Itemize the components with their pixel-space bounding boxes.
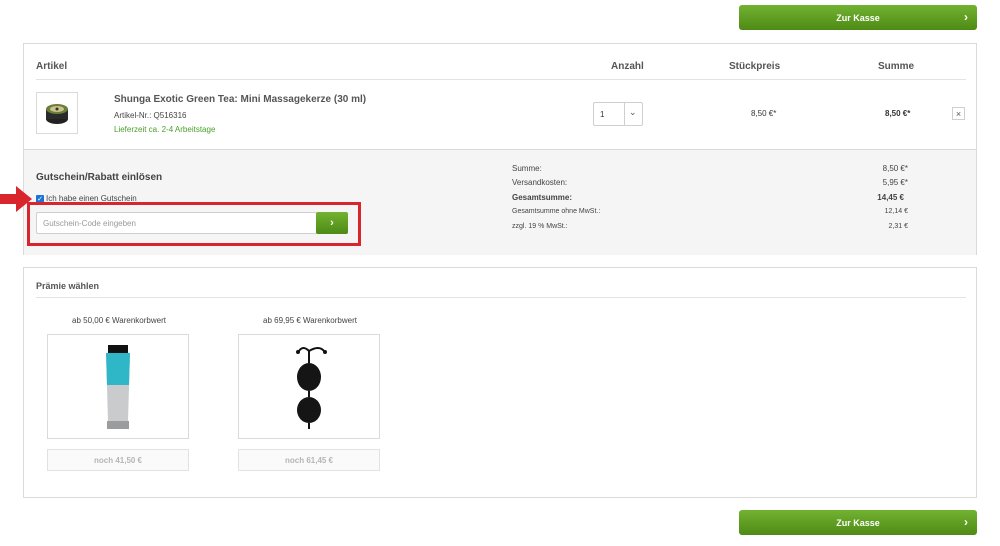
- quantity-select[interactable]: 1 ⌄: [593, 102, 643, 126]
- divider: [36, 297, 966, 298]
- reward-threshold: ab 69,95 € Warenkorbwert: [263, 316, 357, 325]
- summary-value: 5,95 €*: [882, 178, 908, 187]
- divider: [36, 79, 966, 80]
- product-thumbnail[interactable]: [36, 92, 78, 134]
- checkout-button-bottom[interactable]: Zur Kasse ›: [739, 510, 977, 535]
- summary-value: 8,50 €*: [882, 164, 908, 173]
- chevron-down-icon: ⌄: [629, 107, 637, 117]
- chevron-right-icon: ›: [964, 515, 968, 529]
- select-divider: [624, 103, 625, 125]
- highlight-box: [27, 202, 361, 246]
- reward-card-lubricant[interactable]: [47, 334, 189, 439]
- quantity-value: 1: [600, 110, 605, 119]
- summary-label: zzgl. 19 % MwSt.:: [512, 223, 568, 230]
- header-unit-price: Stückpreis: [729, 61, 781, 72]
- reward-threshold: ab 50,00 € Warenkorbwert: [72, 316, 166, 325]
- summary-label: Summe:: [512, 164, 542, 173]
- reward-card-love-balls[interactable]: [238, 334, 380, 439]
- voucher-title: Gutschein/Rabatt einlösen: [36, 172, 163, 183]
- header-qty: Anzahl: [611, 61, 644, 72]
- checkout-label: Zur Kasse: [836, 12, 880, 23]
- unit-price: 8,50 €*: [751, 109, 777, 118]
- checkout-button-top[interactable]: Zur Kasse ›: [739, 5, 977, 30]
- remove-item-icon[interactable]: ×: [952, 107, 965, 120]
- delivery-time: Lieferzeit ca. 2-4 Arbeitstage: [114, 125, 216, 134]
- summary-label: Gesamtsumme:: [512, 193, 573, 202]
- reward-button[interactable]: noch 41,50 €: [47, 449, 189, 471]
- summary-label: Gesamtsumme ohne MwSt.:: [512, 208, 601, 215]
- product-name[interactable]: Shunga Exotic Green Tea: Mini Massageker…: [114, 94, 366, 105]
- reward-button[interactable]: noch 61,45 €: [238, 449, 380, 471]
- line-total: 8,50 €*: [885, 109, 911, 118]
- header-item: Artikel: [36, 61, 68, 72]
- chevron-right-icon: ›: [964, 10, 968, 24]
- product-sku: Artikel-Nr.: Q516316: [114, 111, 187, 120]
- header-sum: Summe: [878, 61, 915, 72]
- lubricant-tube-icon: [106, 345, 130, 429]
- checkout-label: Zur Kasse: [836, 517, 880, 528]
- summary-value: 2,31 €: [888, 223, 908, 230]
- summary-value: 14,45 €: [877, 193, 904, 202]
- summary-value: 12,14 €: [884, 208, 908, 215]
- love-balls-icon: [296, 347, 327, 429]
- rewards-title: Prämie wählen: [36, 281, 100, 291]
- summary-label: Versandkosten:: [512, 178, 568, 187]
- red-arrow-icon: [0, 186, 32, 212]
